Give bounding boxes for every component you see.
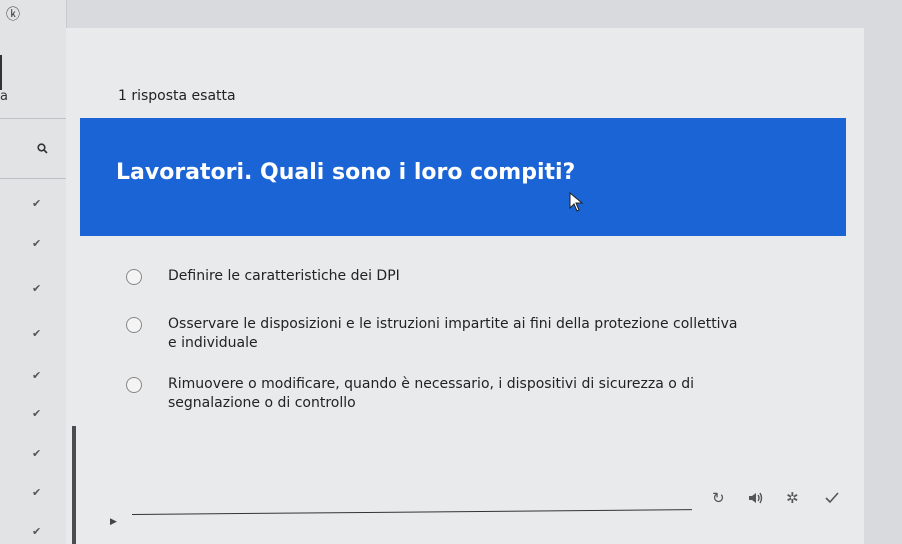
info-icon[interactable]: ⓚ — [6, 8, 20, 22]
answer-count: 1 risposta esatta — [118, 88, 236, 104]
confirm-check-icon[interactable] — [824, 491, 840, 508]
question-banner: Lavoratori. Quali sono i loro compiti? — [80, 118, 846, 236]
play-icon[interactable]: ▶ — [110, 517, 117, 527]
sidebar: ⓚ a ✔ ✔ ✔ ✔ ✔ ✔ ✔ ✔ ✔ — [0, 0, 67, 544]
question-title: Lavoratori. Quali sono i loro compiti? — [116, 160, 576, 185]
speaker-icon[interactable] — [748, 491, 764, 508]
option-text: Osservare le disposizioni e le istruzion… — [168, 316, 738, 351]
sidebar-bar — [0, 55, 2, 90]
radio-button[interactable] — [126, 269, 142, 285]
check-icon[interactable]: ✔ — [32, 238, 41, 249]
mouse-cursor-icon — [569, 192, 584, 212]
search-icon[interactable] — [37, 143, 48, 157]
sidebar-divider — [0, 118, 66, 119]
radio-button[interactable] — [126, 377, 142, 393]
sidebar-truncated-text: a — [0, 89, 8, 104]
check-icon[interactable]: ✔ — [32, 487, 41, 498]
check-icon[interactable]: ✔ — [32, 283, 41, 294]
answer-option[interactable]: Rimuovere o modificare, quando è necessa… — [126, 375, 748, 413]
check-icon[interactable]: ✔ — [32, 408, 41, 419]
content-panel — [66, 28, 864, 544]
answer-option[interactable]: Osservare le disposizioni e le istruzion… — [126, 315, 748, 353]
reload-icon[interactable]: ↻ — [712, 491, 725, 506]
option-text: Rimuovere o modificare, quando è necessa… — [168, 376, 695, 411]
sidebar-divider — [0, 178, 66, 179]
settings-icon[interactable]: ✲ — [786, 491, 799, 506]
check-icon[interactable]: ✔ — [32, 526, 41, 537]
progress-indicator — [72, 426, 76, 544]
answer-option[interactable]: Definire le caratteristiche dei DPI — [126, 267, 748, 286]
check-icon[interactable]: ✔ — [32, 448, 41, 459]
check-icon[interactable]: ✔ — [32, 328, 41, 339]
check-icon[interactable]: ✔ — [32, 198, 41, 209]
option-text: Definire le caratteristiche dei DPI — [168, 268, 400, 284]
radio-button[interactable] — [126, 317, 142, 333]
check-icon[interactable]: ✔ — [32, 370, 41, 381]
